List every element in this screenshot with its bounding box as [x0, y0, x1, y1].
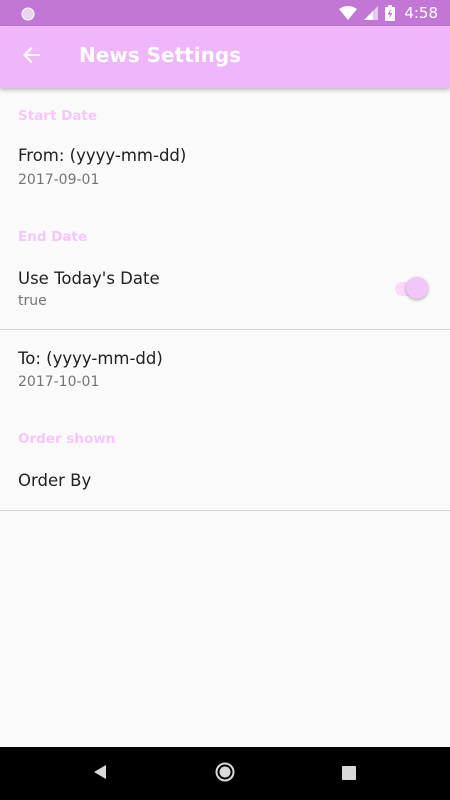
nav-back-icon: [92, 764, 108, 784]
wifi-icon: [339, 6, 358, 20]
page-title: News Settings: [79, 43, 242, 67]
arrow-back-icon: [22, 45, 42, 69]
pref-from-date-summary: 2017-09-01: [18, 172, 100, 188]
circle-icon: [21, 6, 35, 21]
status-icons: 4:58: [339, 0, 438, 26]
pref-use-todays-date[interactable]: Use Today's Date true: [0, 253, 450, 329]
pref-to-date-title: To: (yyyy-mm-dd): [18, 349, 163, 368]
pref-use-todays-date-title: Use Today's Date: [18, 269, 160, 288]
pref-order-by-title: Order By: [18, 471, 92, 490]
pref-to-date[interactable]: To: (yyyy-mm-dd) 2017-10-01: [0, 334, 450, 404]
nav-recents-icon: [342, 765, 356, 784]
category-start-date: Start Date: [18, 108, 98, 124]
signal-icon: [364, 6, 379, 20]
nav-back-button[interactable]: [86, 760, 114, 788]
pref-from-date-title: From: (yyyy-mm-dd): [18, 146, 187, 165]
pref-to-date-summary: 2017-10-01: [18, 374, 100, 390]
navigation-bar: [0, 747, 450, 800]
use-todays-date-switch[interactable]: [391, 276, 431, 302]
divider: [0, 329, 450, 330]
status-bar: 4:58: [0, 0, 450, 26]
switch-thumb: [406, 277, 428, 299]
pref-from-date[interactable]: From: (yyyy-mm-dd) 2017-09-01: [0, 132, 450, 202]
status-time: 4:58: [404, 4, 438, 22]
nav-recents-button[interactable]: [335, 760, 363, 788]
back-button[interactable]: [12, 37, 52, 77]
battery-charging-icon: [385, 5, 396, 21]
settings-list: Start Date From: (yyyy-mm-dd) 2017-09-01…: [0, 88, 450, 747]
pref-order-by[interactable]: Order By: [0, 454, 450, 510]
app-bar: News Settings: [0, 26, 450, 88]
category-end-date: End Date: [18, 229, 88, 245]
nav-home-icon: [214, 761, 236, 787]
nav-home-button[interactable]: [211, 760, 239, 788]
divider: [0, 510, 450, 511]
category-order-shown: Order shown: [18, 431, 116, 447]
pref-use-todays-date-summary: true: [18, 293, 47, 309]
